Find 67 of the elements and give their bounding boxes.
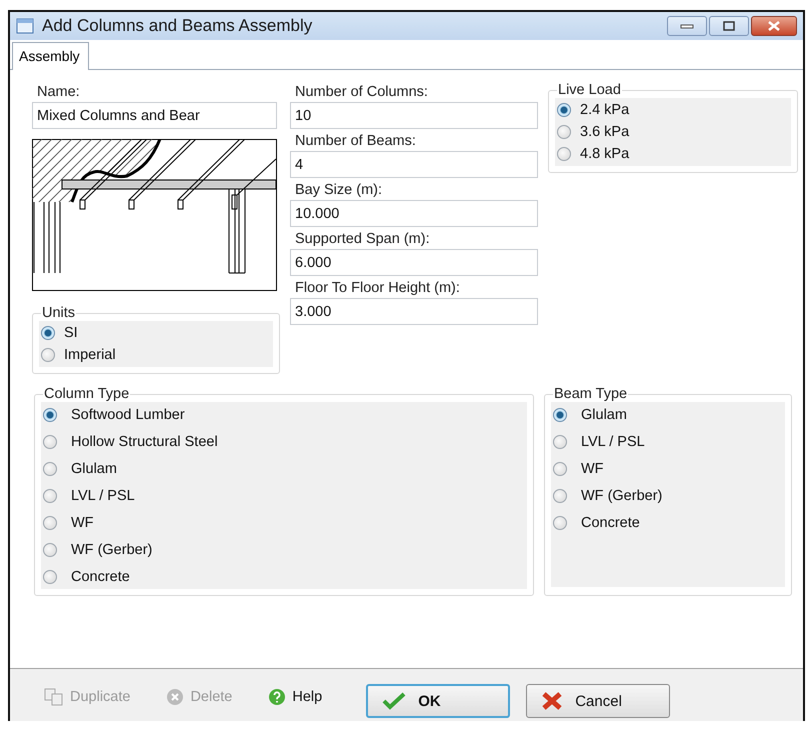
radio-label: WF — [581, 461, 604, 477]
input-field[interactable]: 4 — [290, 151, 538, 178]
group-title: Units — [41, 305, 76, 321]
group-title: Beam Type — [553, 386, 628, 402]
radio-label: WF (Gerber) — [581, 488, 662, 504]
close-icon — [767, 20, 781, 32]
field-label: Floor To Floor Height (m): — [294, 279, 461, 298]
radio-label: Concrete — [581, 515, 640, 531]
tab[interactable]: Assembly — [12, 42, 89, 70]
help-button[interactable]: Help — [262, 684, 328, 710]
copy-icon — [44, 688, 64, 706]
checkmark-icon — [382, 692, 406, 710]
input-field[interactable]: 10.000 — [290, 200, 538, 227]
field-label: Number of Beams: — [294, 132, 417, 151]
minimize-icon — [680, 23, 694, 29]
maximize-icon — [722, 20, 736, 32]
radio-button[interactable] — [557, 125, 571, 139]
radio-button[interactable] — [41, 326, 55, 340]
radio-button[interactable] — [43, 516, 57, 530]
radio-label: 3.6 kPa — [580, 124, 630, 140]
radio-label: LVL / PSL — [581, 434, 645, 450]
group-title: Column Type — [43, 386, 130, 402]
radio-label: LVL / PSL — [71, 488, 135, 504]
radio-label: SI — [64, 325, 78, 341]
radio-button[interactable] — [43, 462, 57, 476]
radio-button[interactable] — [553, 435, 567, 449]
window-title: Add Columns and Beams Assembly — [42, 16, 314, 36]
radio-button[interactable] — [43, 435, 57, 449]
field-label: Supported Span (m): — [294, 230, 431, 249]
radio-button[interactable] — [41, 348, 55, 362]
radio-button[interactable] — [553, 462, 567, 476]
field-label: Number of Columns: — [294, 83, 429, 102]
cross-icon — [541, 691, 564, 711]
cancel-button[interactable]: Cancel — [526, 684, 670, 718]
input-field[interactable]: 10 — [290, 102, 538, 129]
radio-label: Hollow Structural Steel — [71, 434, 218, 450]
field-label: Bay Size (m): — [294, 181, 384, 200]
radio-button[interactable] — [43, 408, 57, 422]
radio-button[interactable] — [557, 147, 571, 161]
radio-button[interactable] — [43, 489, 57, 503]
radio-button[interactable] — [553, 489, 567, 503]
radio-label: WF (Gerber) — [71, 542, 152, 558]
maximize-button[interactable] — [709, 16, 749, 36]
radio-label: Glulam — [581, 407, 627, 423]
input-field[interactable]: 6.000 — [290, 249, 538, 276]
help-icon — [268, 688, 286, 706]
radio-label: 2.4 kPa — [580, 102, 630, 118]
radio-button[interactable] — [43, 543, 57, 557]
input-field[interactable]: 3.000 — [290, 298, 538, 325]
radio-button[interactable] — [553, 516, 567, 530]
field-label: Name: — [36, 83, 81, 102]
close-button[interactable] — [751, 16, 797, 36]
window-icon — [16, 18, 34, 34]
delete-icon — [166, 688, 184, 706]
radio-button[interactable] — [557, 103, 571, 117]
radio-button[interactable] — [43, 570, 57, 584]
group-title: Live Load — [557, 82, 622, 98]
radio-label: 4.8 kPa — [580, 146, 630, 162]
radio-label: Glulam — [71, 461, 117, 477]
name-field[interactable]: Mixed Columns and Bear — [32, 102, 277, 129]
radio-label: Imperial — [64, 347, 116, 363]
radio-label: Softwood Lumber — [71, 407, 185, 423]
radio-label: WF — [71, 515, 94, 531]
ok-button[interactable]: OK — [366, 684, 510, 718]
minimize-button[interactable] — [667, 16, 707, 36]
radio-label: Concrete — [71, 569, 130, 585]
radio-button[interactable] — [553, 408, 567, 422]
